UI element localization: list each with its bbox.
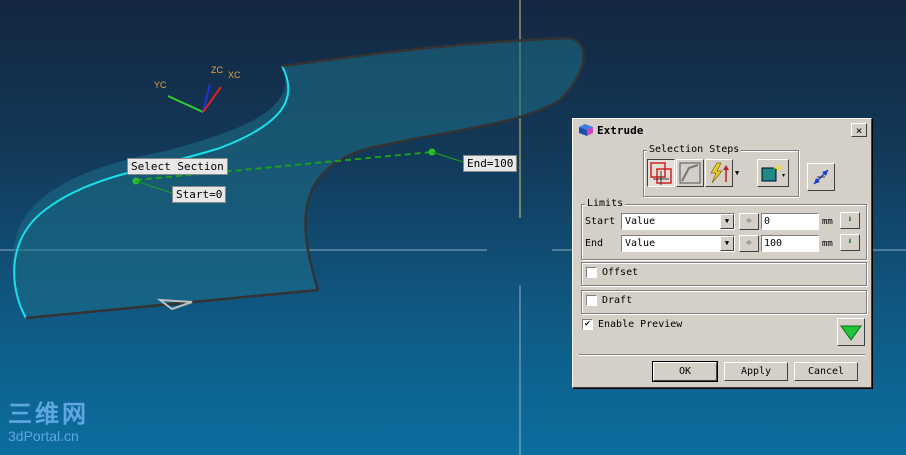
end-unit-label: mm bbox=[822, 239, 833, 249]
offset-checkbox[interactable] bbox=[586, 267, 597, 278]
watermark-logo: 三维网 3dPortal.cn bbox=[8, 401, 89, 445]
end-snap-button[interactable]: ✥ bbox=[739, 235, 759, 252]
zc-axis-label: ZC bbox=[211, 65, 223, 75]
boolean-button[interactable] bbox=[757, 159, 789, 187]
apply-button[interactable]: Apply bbox=[724, 362, 788, 381]
start-label: Start bbox=[585, 216, 616, 227]
end-value-tag[interactable]: End=100 bbox=[463, 155, 518, 172]
start-type-select[interactable]: Value ▼ bbox=[621, 213, 735, 230]
reverse-direction-icon bbox=[813, 169, 829, 185]
xc-axis-label: XC bbox=[228, 70, 241, 80]
draft-label: Draft bbox=[602, 295, 633, 306]
start-type-value: Value bbox=[625, 216, 656, 227]
end-label: End bbox=[585, 238, 604, 249]
sketch-section-button[interactable] bbox=[676, 159, 704, 187]
selection-steps-label: Selection Steps bbox=[647, 144, 742, 155]
offset-label: Offset bbox=[602, 267, 639, 278]
start-drop-button[interactable]: ⬇ bbox=[840, 212, 860, 229]
watermark-title: 三维网 bbox=[8, 401, 89, 428]
chevron-down-icon[interactable]: ▼ bbox=[720, 214, 734, 229]
end-drop-button[interactable]: ⬇ bbox=[840, 234, 860, 251]
yc-axis-line bbox=[167, 95, 204, 113]
draft-checkbox[interactable] bbox=[586, 295, 597, 306]
triangle-down-icon bbox=[840, 325, 862, 341]
expand-dialog-button[interactable] bbox=[837, 318, 865, 346]
end-value-field[interactable]: 100 bbox=[761, 235, 819, 252]
enable-preview-label: Enable Preview bbox=[598, 319, 683, 330]
end-leader bbox=[431, 151, 464, 163]
end-type-value: Value bbox=[625, 238, 656, 249]
dialog-titlebar[interactable]: Extrude × bbox=[575, 121, 869, 140]
select-section-tag: Select Section bbox=[127, 158, 228, 175]
yc-axis-label: YC bbox=[154, 80, 167, 90]
section-icon bbox=[650, 162, 672, 185]
direction-icon bbox=[710, 162, 729, 184]
chevron-down-icon[interactable]: ▼ bbox=[720, 236, 734, 251]
extrude-icon bbox=[579, 124, 593, 136]
boolean-icon bbox=[761, 163, 785, 182]
start-value-field[interactable]: 0 bbox=[761, 213, 819, 230]
extrude-dialog: Extrude × Selection Steps ▼ Limits Start… bbox=[572, 118, 872, 388]
cancel-button[interactable]: Cancel bbox=[794, 362, 858, 381]
direction-dropdown-arrow[interactable]: ▼ bbox=[735, 169, 739, 177]
ok-button[interactable]: OK bbox=[652, 361, 718, 382]
enable-preview-checkbox[interactable]: ✔ bbox=[582, 319, 593, 330]
close-button[interactable]: × bbox=[851, 123, 867, 137]
end-type-select[interactable]: Value ▼ bbox=[621, 235, 735, 252]
direction-button[interactable] bbox=[705, 159, 733, 187]
reverse-direction-button[interactable] bbox=[807, 163, 835, 191]
dialog-title: Extrude bbox=[597, 124, 644, 137]
start-snap-button[interactable]: ✥ bbox=[739, 213, 759, 230]
limits-label: Limits bbox=[585, 198, 626, 209]
start-unit-label: mm bbox=[822, 217, 833, 227]
extrude-preview-surface bbox=[12, 38, 584, 318]
watermark-url: 3dPortal.cn bbox=[8, 428, 79, 444]
sketch-section-icon bbox=[679, 162, 701, 184]
section-step-button[interactable] bbox=[647, 159, 675, 187]
button-separator bbox=[579, 354, 865, 356]
start-value-tag[interactable]: Start=0 bbox=[172, 186, 227, 203]
